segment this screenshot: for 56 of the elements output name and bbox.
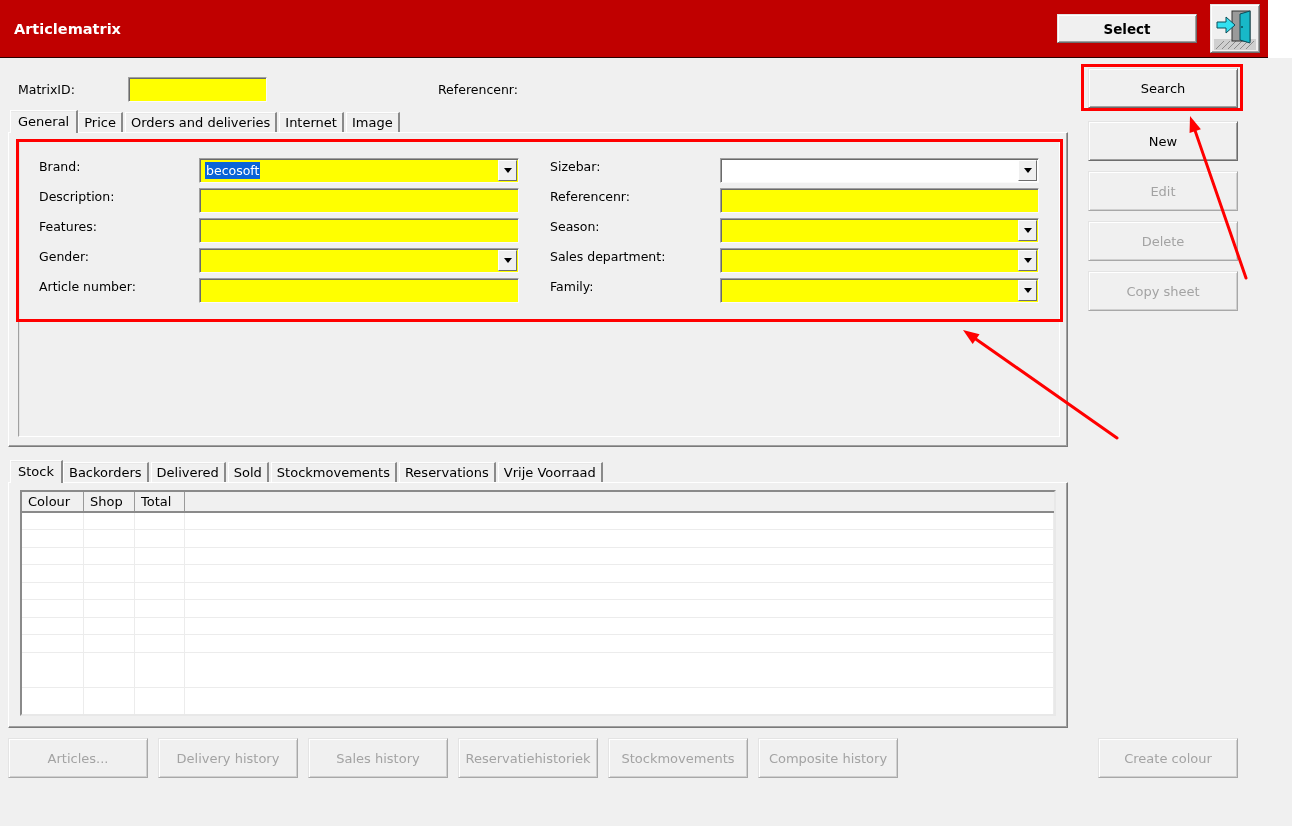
tab[interactable]: General xyxy=(10,110,79,133)
exit-button[interactable] xyxy=(1210,4,1260,53)
field-label: Features: xyxy=(39,218,98,236)
caret-icon xyxy=(1023,258,1032,263)
column-header[interactable]: Total xyxy=(135,492,185,511)
tab[interactable]: Image xyxy=(345,112,400,132)
input-field[interactable] xyxy=(199,188,519,213)
tab[interactable]: Reservations xyxy=(398,462,496,482)
field-label: Family: xyxy=(549,278,595,296)
tab[interactable]: Stock xyxy=(10,460,63,483)
dropdown-field[interactable] xyxy=(720,218,1039,243)
tab[interactable]: Internet xyxy=(279,112,344,132)
dropdown-button[interactable] xyxy=(498,160,517,181)
field-label: Referencenr: xyxy=(438,82,518,97)
input-field[interactable] xyxy=(720,188,1039,213)
select-button[interactable]: Select xyxy=(1057,14,1197,43)
field-label: Sizebar: xyxy=(549,158,602,176)
field-label: Description: xyxy=(39,188,116,206)
action-button[interactable]: Search xyxy=(1088,68,1238,108)
input-field[interactable] xyxy=(128,77,267,102)
tab[interactable]: Stockmovements xyxy=(270,462,397,482)
tab[interactable]: Price xyxy=(78,112,123,132)
input-field[interactable] xyxy=(199,278,519,303)
column-header[interactable]: Colour xyxy=(22,492,84,511)
dropdown-field[interactable] xyxy=(199,248,519,273)
field-label: MatrixID: xyxy=(17,82,76,97)
window-title: Articlematrix xyxy=(14,20,122,37)
caret-icon xyxy=(1023,168,1032,173)
field-label: Gender: xyxy=(39,248,91,266)
caret-icon xyxy=(503,258,512,263)
tab[interactable]: Vrije Voorraad xyxy=(497,462,603,482)
dropdown-button[interactable] xyxy=(1018,280,1037,301)
tab[interactable]: Orders and deliveries xyxy=(124,112,278,132)
caret-icon xyxy=(1023,228,1032,233)
field-label: Sales department: xyxy=(549,248,667,266)
input-field[interactable] xyxy=(199,218,519,243)
field-label: Article number: xyxy=(39,278,137,296)
dropdown-field[interactable] xyxy=(720,158,1039,183)
dropdown-button[interactable] xyxy=(1018,220,1037,241)
exit-door-icon xyxy=(1214,7,1256,50)
dropdown-field[interactable] xyxy=(720,248,1039,273)
tab[interactable]: Delivered xyxy=(150,462,226,482)
dropdown-button[interactable] xyxy=(1018,250,1037,271)
action-button[interactable]: New xyxy=(1088,121,1238,161)
tab[interactable]: Backorders xyxy=(63,462,149,482)
column-header[interactable]: Shop xyxy=(84,492,135,511)
caret-icon xyxy=(503,168,512,173)
tab[interactable]: Sold xyxy=(227,462,269,482)
dropdown-button[interactable] xyxy=(498,250,517,271)
field-label: Brand: xyxy=(39,158,82,176)
caret-icon xyxy=(1023,288,1032,293)
dropdown-field[interactable] xyxy=(720,278,1039,303)
dropdown-field[interactable]: becosoft xyxy=(199,158,519,183)
field-label: Referencenr: xyxy=(549,188,631,206)
dropdown-button[interactable] xyxy=(1018,160,1037,181)
field-label: Season: xyxy=(549,218,601,236)
